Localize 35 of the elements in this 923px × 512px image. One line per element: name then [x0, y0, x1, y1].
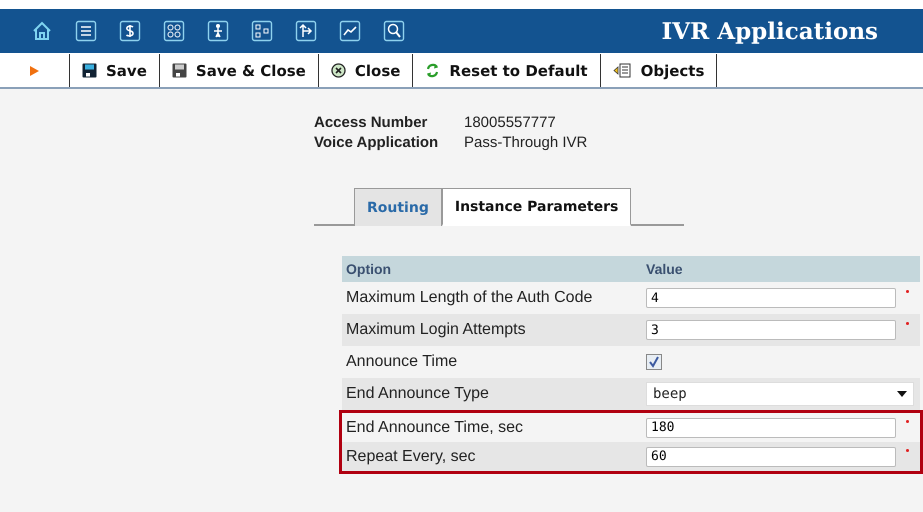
column-header: Option [345, 261, 392, 277]
field-value: Pass-Through IVR [464, 134, 588, 151]
play-icon[interactable] [30, 66, 39, 76]
dollar-icon[interactable] [119, 20, 141, 42]
document-arrow-icon [612, 63, 632, 78]
tab[interactable]: Routing [354, 188, 442, 226]
option-label: End Announce Type [345, 385, 490, 403]
search-icon[interactable] [383, 20, 405, 42]
caret-icon [897, 391, 907, 397]
home-icon[interactable] [31, 20, 53, 42]
refresh-icon [425, 63, 440, 78]
nodes-icon[interactable] [251, 20, 273, 42]
field-value: 18005557777 [464, 114, 556, 131]
page-title: IVR Applications [662, 18, 878, 44]
tab[interactable]: Instance Parameters [442, 188, 632, 226]
grid-icon[interactable] [163, 20, 185, 42]
chart-icon[interactable] [339, 20, 361, 42]
input-field[interactable]: 3 [646, 320, 896, 340]
list-icon[interactable] [75, 20, 97, 42]
input-field[interactable]: 180 [646, 418, 896, 438]
input-field[interactable]: 60 [646, 446, 896, 466]
option-label: Announce Time [345, 353, 458, 371]
option-label: Maximum Length of the Auth Code [345, 289, 594, 307]
option-label: End Announce Time, sec [345, 418, 524, 436]
checkbox[interactable] [646, 354, 662, 370]
option-label: Repeat Every, sec [345, 448, 477, 466]
column-header: Value [646, 261, 684, 277]
input-field[interactable]: 4 [646, 288, 896, 308]
route-icon[interactable] [295, 20, 317, 42]
field-label: Voice Application [314, 134, 440, 151]
field-label: Access Number [314, 114, 428, 131]
dropdown[interactable]: beep [646, 382, 914, 406]
option-label: Maximum Login Attempts [345, 321, 527, 339]
person-icon[interactable] [207, 20, 229, 42]
close-icon [330, 63, 346, 78]
